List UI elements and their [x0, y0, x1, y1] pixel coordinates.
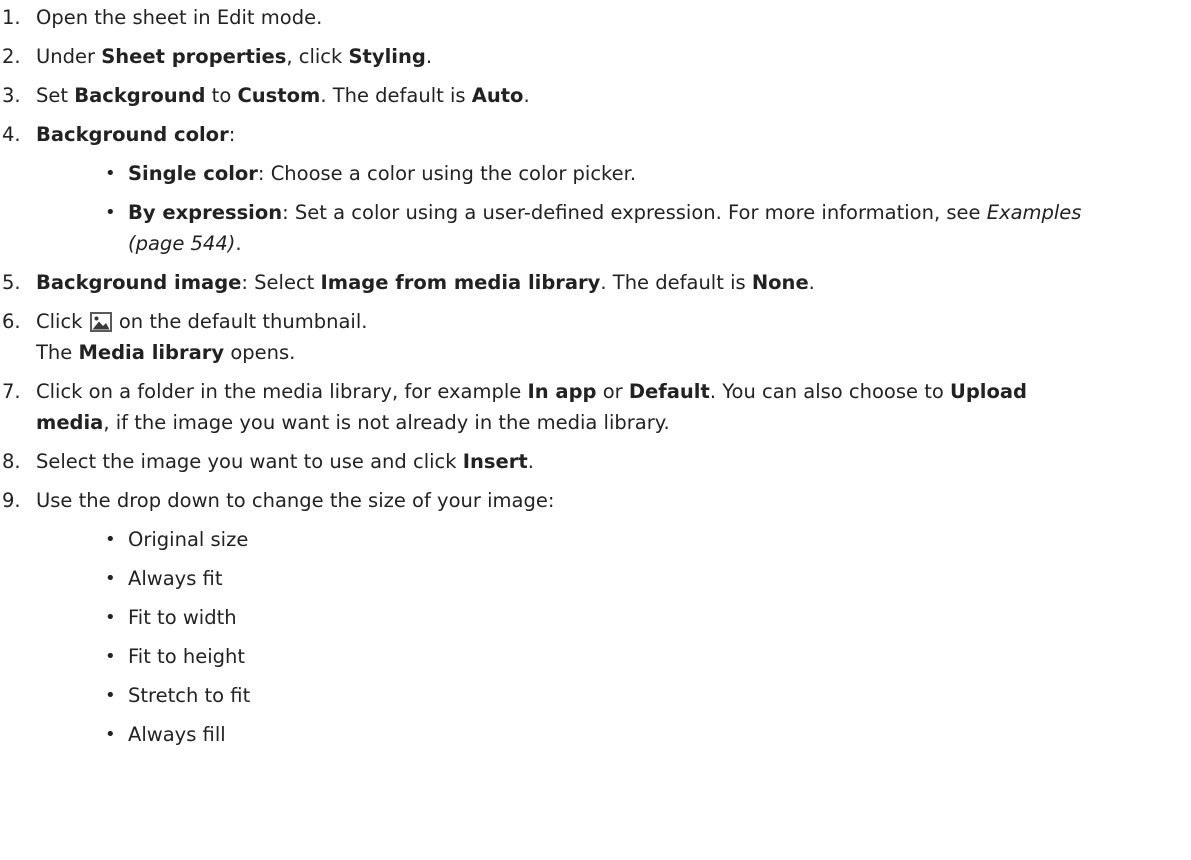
step-number: 8. [2, 450, 21, 473]
bold-term: In app [527, 380, 597, 403]
bold-term: Background color [36, 123, 229, 146]
step-number: 7. [2, 380, 21, 403]
text-fragment: Click on a folder in the media library, … [36, 380, 528, 403]
bold-term: Image from media library [320, 271, 601, 294]
bold-term: Background image [36, 271, 242, 294]
step-number: 6. [2, 310, 21, 333]
step-text: Click on a folder in the media library, … [36, 376, 1180, 408]
step-text: Use the drop down to change the size of … [36, 485, 1180, 517]
text-fragment: , click [286, 45, 349, 68]
text-fragment: . [527, 450, 534, 473]
step-text: Click on the default thumbnail. [36, 306, 1180, 338]
size-option-label: Stretch to fit [128, 684, 251, 707]
text-fragment: Click [36, 310, 89, 333]
bold-term: Custom [237, 84, 321, 107]
text-fragment: : [228, 123, 236, 146]
step-text: Set Background to Custom. The default is… [36, 80, 1180, 112]
bold-term: Insert [462, 450, 528, 473]
bold-term: Default [628, 380, 710, 403]
option-text-cont: (page 544). [128, 228, 1180, 260]
step-text: Background image: Select Image from medi… [36, 267, 1180, 299]
italic-reference: (page 544) [128, 232, 236, 255]
text-fragment: . [425, 45, 433, 68]
bold-term: Sheet properties [101, 45, 287, 68]
size-option-label: Always fill [128, 723, 226, 746]
step-number: 2. [2, 45, 21, 68]
bold-term: Auto [471, 84, 524, 107]
text-fragment: Select the image you want to use and cli… [36, 450, 463, 473]
text-fragment: The [36, 341, 79, 364]
text-fragment: : Choose a color using the color picker. [257, 162, 637, 185]
step-text-cont: media, if the image you want is not alre… [36, 407, 1180, 439]
text-fragment: . The default is [600, 271, 752, 294]
bold-term: Background [74, 84, 206, 107]
step-number: 9. [2, 489, 21, 512]
bold-term: Single color [128, 162, 258, 185]
text-fragment: . [523, 84, 530, 107]
text-fragment: Use the drop down to change the size of … [36, 489, 555, 512]
text-fragment: Set [36, 84, 75, 107]
text-fragment: on the default thumbnail. [112, 310, 368, 333]
text-fragment: to [205, 84, 238, 107]
step-text: Under Sheet properties, click Styling. [36, 41, 1180, 73]
text-fragment: , if the image you want is not already i… [103, 411, 670, 434]
step-number: 1. [2, 6, 21, 29]
text-fragment: Under [36, 45, 102, 68]
bullet: • [105, 724, 116, 745]
bullet: • [105, 607, 116, 628]
size-option-label: Fit to height [128, 645, 245, 668]
text-fragment: : Set a color using a user-defined expre… [282, 201, 987, 224]
image-icon [89, 312, 112, 332]
bold-term: By expression [128, 201, 283, 224]
step-text: Open the sheet in Edit mode. [36, 2, 1180, 34]
bullet: • [105, 163, 116, 184]
bold-term: Upload [950, 380, 1027, 403]
italic-reference: Examples [986, 201, 1082, 224]
text-fragment: . [235, 232, 242, 255]
bold-term: Media library [78, 341, 225, 364]
bullet: • [105, 685, 116, 706]
step-text: Select the image you want to use and cli… [36, 446, 1180, 478]
step-text-cont: The Media library opens. [36, 337, 1180, 369]
step-number: 4. [2, 123, 21, 146]
bullet: • [105, 529, 116, 550]
text-fragment: Open the sheet in Edit mode. [36, 6, 323, 29]
bold-term: Styling [348, 45, 426, 68]
bullet: • [105, 202, 116, 223]
text-fragment: . The default is [320, 84, 472, 107]
step-number: 3. [2, 84, 21, 107]
text-fragment: opens. [224, 341, 296, 364]
size-option-label: Original size [128, 528, 249, 551]
size-option-label: Fit to width [128, 606, 237, 629]
step-number: 5. [2, 271, 21, 294]
size-option-label: Always fit [128, 567, 223, 590]
text-fragment: or [596, 380, 629, 403]
text-fragment: . You can also choose to [709, 380, 950, 403]
step-text: Background color: [36, 119, 1180, 151]
text-fragment: : Select [241, 271, 321, 294]
bullet: • [105, 646, 116, 667]
bold-term: None [751, 271, 809, 294]
option-text: By expression: Set a color using a user-… [128, 197, 1180, 229]
option-text: Single color: Choose a color using the c… [128, 158, 1180, 190]
bold-term: media [36, 411, 104, 434]
text-fragment: . [808, 271, 815, 294]
bullet: • [105, 568, 116, 589]
